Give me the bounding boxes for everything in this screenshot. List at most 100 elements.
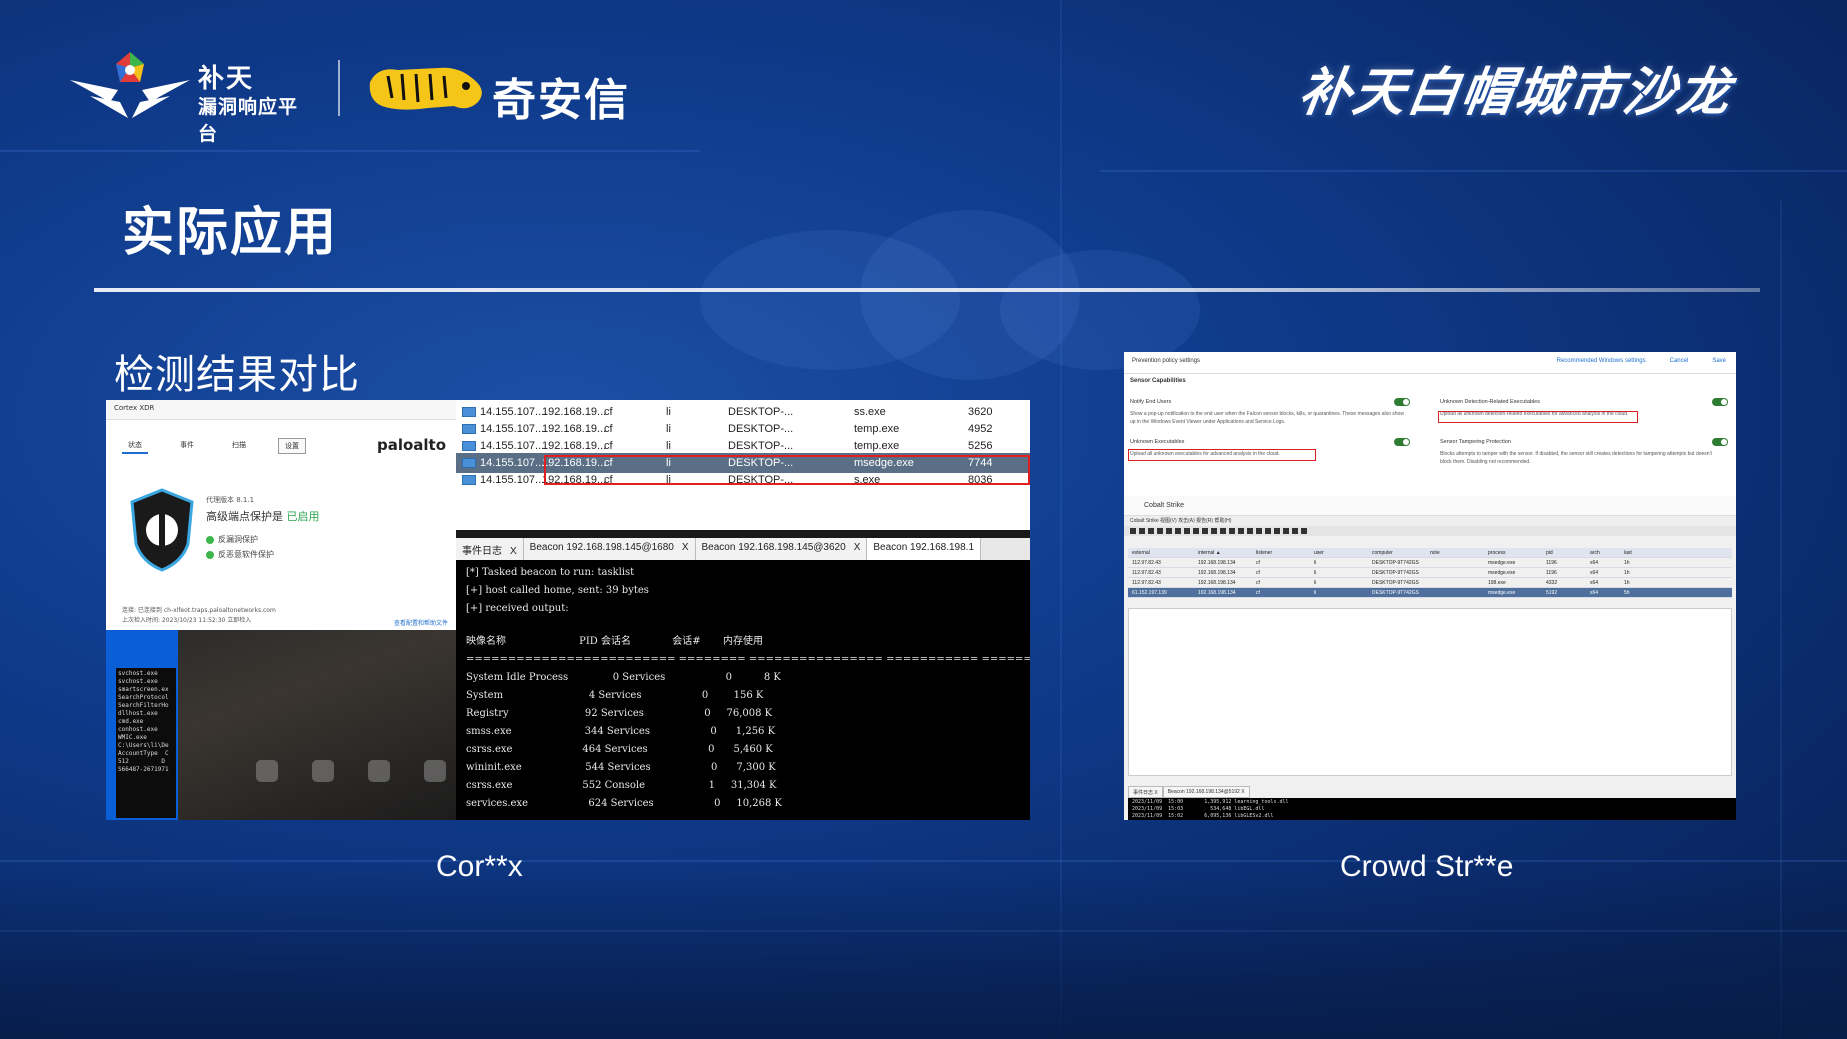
tab-scan[interactable]: 扫描 xyxy=(226,438,252,454)
desktop-dock xyxy=(256,760,446,782)
xdr-footer: 连接: 已连接到 ch-xlfeot.traps.paloaltonetwork… xyxy=(122,607,276,624)
cs-cell: DESKTOP-9T742GS xyxy=(1372,560,1419,566)
tool-icon[interactable] xyxy=(1265,528,1271,534)
cs-column-header[interactable]: process xyxy=(1488,550,1506,556)
tool-icon[interactable] xyxy=(1130,528,1136,534)
toggle-notify[interactable] xyxy=(1394,398,1410,406)
cs-column-header[interactable]: arch xyxy=(1590,550,1600,556)
cs-console-tab[interactable]: Beacon 192.168.198.134@5192 X xyxy=(1162,786,1250,798)
sensor-capabilities-heading: Sensor Capabilities xyxy=(1130,378,1186,384)
tool-icon[interactable] xyxy=(1274,528,1280,534)
cs-column-header[interactable]: user xyxy=(1314,550,1324,556)
highlight-box xyxy=(544,455,1030,485)
app-icon[interactable] xyxy=(256,760,278,782)
console-tabs: 事件日志 X Beacon 192.168.198.145@1680 X Beacon … xyxy=(456,538,1030,560)
tool-icon[interactable] xyxy=(1139,528,1145,534)
cs-cell: msedge.exe xyxy=(1488,590,1516,596)
option-tampering: Sensor Tampering Protection Blocks attem… xyxy=(1440,439,1712,465)
tool-icon[interactable] xyxy=(1256,528,1262,534)
beacon-cell-listener: cf xyxy=(604,406,613,418)
logo-divider xyxy=(338,60,340,116)
console-tab[interactable]: Beacon 192.168.198.1 xyxy=(867,538,982,560)
cs-cell: cf xyxy=(1256,580,1260,586)
cs-cell: 5192 xyxy=(1546,590,1558,596)
cs-console-tab[interactable]: 事件日志 X xyxy=(1128,786,1163,798)
beacon-row[interactable]: 14.155.107.... 192.168.19... cf li DESKTOP-.… xyxy=(456,436,1030,456)
toggle-unknown-detection[interactable] xyxy=(1712,398,1728,406)
tab-events[interactable]: 事件 xyxy=(174,438,200,454)
beacon-cell-external: 14.155.107.... xyxy=(480,474,548,486)
tool-icon[interactable] xyxy=(1202,528,1208,534)
console-line: System Idle Process 0 Services 0 8 K xyxy=(466,672,781,683)
cs-cell: x64 xyxy=(1590,560,1599,566)
toggle-tampering[interactable] xyxy=(1712,438,1728,446)
beacon-icon xyxy=(462,458,476,468)
tool-icon[interactable] xyxy=(1238,528,1244,534)
cs-cell: 112.97.82.43 xyxy=(1132,580,1161,586)
cs-column-header[interactable]: computer xyxy=(1372,550,1393,556)
console-tab[interactable]: Beacon 192.168.198.145@1680 X xyxy=(523,538,696,560)
cs-session-row[interactable]: 112.97.82.43 192.168.198.134 cf li DESKTOP-9… xyxy=(1128,558,1732,568)
beacon-cell-pid: 3620 xyxy=(968,406,993,418)
console-tab[interactable]: Beacon 192.168.198.145@3620 X xyxy=(695,538,868,560)
cs-cell: x64 xyxy=(1590,580,1599,586)
cs-cell: cf xyxy=(1256,560,1260,566)
console-tab[interactable]: 事件日志 X xyxy=(456,538,524,560)
beacon-cell-listener: cf xyxy=(604,423,613,435)
butian-name: 补天 xyxy=(198,64,255,94)
cancel-button[interactable]: Cancel xyxy=(1670,358,1689,364)
cs-cell: 198.exe xyxy=(1488,580,1506,586)
beacon-cell-pid: 4952 xyxy=(968,423,993,435)
policy-header: Prevention policy settings Recommended W… xyxy=(1124,352,1736,374)
tool-icon[interactable] xyxy=(1301,528,1307,534)
tool-icon[interactable] xyxy=(1211,528,1217,534)
cs-column-header[interactable]: last xyxy=(1624,550,1632,556)
cs-column-header[interactable]: external xyxy=(1132,550,1150,556)
beacon-row[interactable]: 14.155.107.... 192.168.19... cf li DESKTOP-.… xyxy=(456,419,1030,439)
cmd-line: cmd.exe xyxy=(118,718,144,725)
tool-icon[interactable] xyxy=(1229,528,1235,534)
tool-icon[interactable] xyxy=(1247,528,1253,534)
cs-cell: msedge.exe xyxy=(1488,570,1516,576)
tool-icon[interactable] xyxy=(1175,528,1181,534)
cs-column-header[interactable]: listener xyxy=(1256,550,1272,556)
close-icon[interactable]: X xyxy=(682,542,689,553)
beacon-cell-pid: 5256 xyxy=(968,440,993,452)
cs-cell: x64 xyxy=(1590,590,1599,596)
recommended-settings-button[interactable]: Recommended Windows settings xyxy=(1557,358,1646,364)
toggle-unknown-executables[interactable] xyxy=(1394,438,1410,446)
tool-icon[interactable] xyxy=(1148,528,1154,534)
beacon-row[interactable]: 14.155.107.... 192.168.19... cf li DESKTOP-.… xyxy=(456,402,1030,422)
tab-settings[interactable]: 设置 xyxy=(278,438,306,454)
tool-icon[interactable] xyxy=(1184,528,1190,534)
xdr-help-link[interactable]: 查看配置和帮助文件 xyxy=(394,618,448,627)
tab-status[interactable]: 状态 xyxy=(122,438,148,454)
cs-menu[interactable]: Cobalt Strike 视图(V) 攻击(A) 报告(R) 帮助(H) xyxy=(1124,516,1736,526)
beacon-cell-user: li xyxy=(666,440,671,452)
cs-session-row[interactable]: 112.97.82.43 192.168.198.134 cf li DESKTOP-9… xyxy=(1128,568,1732,578)
tool-icon[interactable] xyxy=(1193,528,1199,534)
tool-icon[interactable] xyxy=(1166,528,1172,534)
save-button[interactable]: Save xyxy=(1712,358,1726,364)
beacon-cell-external: 14.155.107.... xyxy=(480,423,548,435)
tool-icon[interactable] xyxy=(1157,528,1163,534)
cs-column-header[interactable]: pid xyxy=(1546,550,1553,556)
check-icon xyxy=(206,550,214,559)
cs-session-row[interactable]: 61.152.197.139 192.168.198.134 cf li DESKTOP… xyxy=(1128,588,1732,598)
tool-icon[interactable] xyxy=(1292,528,1298,534)
app-icon[interactable] xyxy=(312,760,334,782)
tool-icon[interactable] xyxy=(1220,528,1226,534)
app-icon[interactable] xyxy=(424,760,446,782)
cs-session-row[interactable]: 112.97.82.43 192.168.198.134 cf li DESKTOP-9… xyxy=(1128,578,1732,588)
tool-icon[interactable] xyxy=(1283,528,1289,534)
close-icon[interactable]: X xyxy=(854,542,861,553)
app-icon[interactable] xyxy=(368,760,390,782)
close-icon[interactable]: X xyxy=(510,546,517,557)
cs-column-header[interactable]: note xyxy=(1430,550,1440,556)
cs-console: 2023/11/09 15:00 1,395,912 learning_tool… xyxy=(1128,798,1736,820)
cs-column-header[interactable]: internal ▲ xyxy=(1198,550,1221,556)
cs-cell: 112.97.82.43 xyxy=(1132,560,1161,566)
xdr-tabs: 状态 事件 扫描 设置 xyxy=(122,438,306,454)
cmd-line: AccountType C xyxy=(118,750,169,757)
beacon-cell-computer: DESKTOP-... xyxy=(728,406,794,418)
